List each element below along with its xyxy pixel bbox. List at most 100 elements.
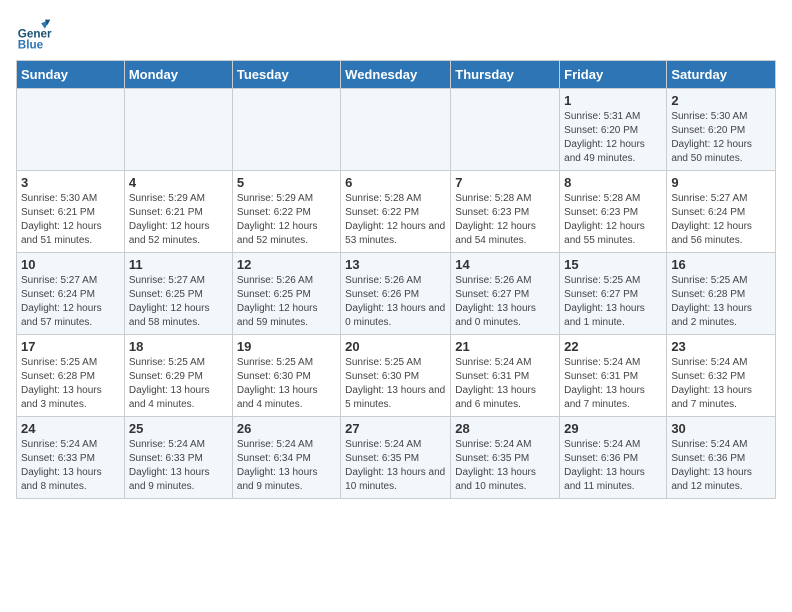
calendar-cell: 12 Sunrise: 5:26 AM Sunset: 6:25 PM Dayli… (232, 253, 340, 335)
calendar-cell: 29 Sunrise: 5:24 AM Sunset: 6:36 PM Dayli… (560, 417, 667, 499)
weekday-header: Wednesday (341, 61, 451, 89)
calendar-cell: 22 Sunrise: 5:24 AM Sunset: 6:31 PM Dayli… (560, 335, 667, 417)
day-number: 12 (237, 257, 336, 272)
day-number: 9 (671, 175, 771, 190)
day-number: 13 (345, 257, 446, 272)
day-info: Sunrise: 5:24 AM Sunset: 6:35 PM Dayligh… (455, 438, 555, 494)
calendar-cell: 27 Sunrise: 5:24 AM Sunset: 6:35 PM Dayli… (341, 417, 451, 499)
calendar-cell: 10 Sunrise: 5:27 AM Sunset: 6:24 PM Dayli… (17, 253, 125, 335)
day-info: Sunrise: 5:24 AM Sunset: 6:31 PM Dayligh… (455, 356, 555, 412)
svg-text:Blue: Blue (18, 38, 44, 51)
calendar-cell: 3 Sunrise: 5:30 AM Sunset: 6:21 PM Daylig… (17, 171, 125, 253)
calendar-cell: 25 Sunrise: 5:24 AM Sunset: 6:33 PM Dayli… (124, 417, 232, 499)
day-info: Sunrise: 5:28 AM Sunset: 6:23 PM Dayligh… (564, 192, 662, 248)
calendar-cell: 14Sunrise: 5:26 AM Sunset: 6:27 PM Dayli… (451, 253, 560, 335)
day-number: 10 (21, 257, 120, 272)
day-info: Sunrise: 5:25 AM Sunset: 6:30 PM Dayligh… (345, 356, 446, 412)
day-number: 15 (564, 257, 662, 272)
day-number: 2 (671, 93, 771, 108)
day-info: Sunrise: 5:31 AM Sunset: 6:20 PM Dayligh… (564, 110, 662, 166)
day-number: 5 (237, 175, 336, 190)
weekday-header: Sunday (17, 61, 125, 89)
calendar-cell (17, 89, 125, 171)
weekday-header: Thursday (451, 61, 560, 89)
day-info: Sunrise: 5:28 AM Sunset: 6:23 PM Dayligh… (455, 192, 555, 248)
day-info: Sunrise: 5:24 AM Sunset: 6:31 PM Dayligh… (564, 356, 662, 412)
calendar-cell: 8 Sunrise: 5:28 AM Sunset: 6:23 PM Daylig… (560, 171, 667, 253)
day-number: 8 (564, 175, 662, 190)
weekday-header: Monday (124, 61, 232, 89)
calendar-cell: 24 Sunrise: 5:24 AM Sunset: 6:33 PM Dayli… (17, 417, 125, 499)
calendar-cell: 30Sunrise: 5:24 AM Sunset: 6:36 PM Dayli… (667, 417, 776, 499)
day-info: Sunrise: 5:24 AM Sunset: 6:34 PM Dayligh… (237, 438, 336, 494)
day-info: Sunrise: 5:25 AM Sunset: 6:28 PM Dayligh… (671, 274, 771, 330)
day-number: 18 (129, 339, 228, 354)
calendar-week-row: 17 Sunrise: 5:25 AM Sunset: 6:28 PM Dayli… (17, 335, 776, 417)
weekday-header: Friday (560, 61, 667, 89)
calendar-cell: 15Sunrise: 5:25 AM Sunset: 6:27 PM Dayli… (560, 253, 667, 335)
day-info: Sunrise: 5:24 AM Sunset: 6:33 PM Dayligh… (21, 438, 120, 494)
day-number: 17 (21, 339, 120, 354)
calendar-cell: 19 Sunrise: 5:25 AM Sunset: 6:30 PM Dayli… (232, 335, 340, 417)
day-number: 7 (455, 175, 555, 190)
day-info: Sunrise: 5:26 AM Sunset: 6:25 PM Dayligh… (237, 274, 336, 330)
day-number: 30 (671, 421, 771, 436)
calendar-cell: 4 Sunrise: 5:29 AM Sunset: 6:21 PM Daylig… (124, 171, 232, 253)
day-number: 20 (345, 339, 446, 354)
day-number: 22 (564, 339, 662, 354)
calendar-cell: 2 Sunrise: 5:30 AM Sunset: 6:20 PM Daylig… (667, 89, 776, 171)
calendar-cell: 28 Sunrise: 5:24 AM Sunset: 6:35 PM Dayli… (451, 417, 560, 499)
calendar-table: SundayMondayTuesdayWednesdayThursdayFrid… (16, 60, 776, 499)
calendar-week-row: 24 Sunrise: 5:24 AM Sunset: 6:33 PM Dayli… (17, 417, 776, 499)
calendar-cell: 17 Sunrise: 5:25 AM Sunset: 6:28 PM Dayli… (17, 335, 125, 417)
day-number: 4 (129, 175, 228, 190)
calendar-cell: 7 Sunrise: 5:28 AM Sunset: 6:23 PM Daylig… (451, 171, 560, 253)
calendar-cell: 18Sunrise: 5:25 AM Sunset: 6:29 PM Dayli… (124, 335, 232, 417)
day-info: Sunrise: 5:26 AM Sunset: 6:26 PM Dayligh… (345, 274, 446, 330)
calendar-week-row: 3 Sunrise: 5:30 AM Sunset: 6:21 PM Daylig… (17, 171, 776, 253)
calendar-cell: 21 Sunrise: 5:24 AM Sunset: 6:31 PM Dayli… (451, 335, 560, 417)
day-number: 28 (455, 421, 555, 436)
day-number: 23 (671, 339, 771, 354)
logo-icon: General Blue (16, 16, 52, 52)
day-number: 24 (21, 421, 120, 436)
day-info: Sunrise: 5:27 AM Sunset: 6:25 PM Dayligh… (129, 274, 228, 330)
calendar-cell: 9Sunrise: 5:27 AM Sunset: 6:24 PM Daylig… (667, 171, 776, 253)
day-info: Sunrise: 5:27 AM Sunset: 6:24 PM Dayligh… (21, 274, 120, 330)
day-number: 29 (564, 421, 662, 436)
day-info: Sunrise: 5:28 AM Sunset: 6:22 PM Dayligh… (345, 192, 446, 248)
logo: General Blue (16, 16, 52, 52)
day-info: Sunrise: 5:29 AM Sunset: 6:21 PM Dayligh… (129, 192, 228, 248)
calendar-cell (232, 89, 340, 171)
day-info: Sunrise: 5:24 AM Sunset: 6:35 PM Dayligh… (345, 438, 446, 494)
header-row: SundayMondayTuesdayWednesdayThursdayFrid… (17, 61, 776, 89)
day-info: Sunrise: 5:25 AM Sunset: 6:28 PM Dayligh… (21, 356, 120, 412)
day-number: 26 (237, 421, 336, 436)
day-number: 25 (129, 421, 228, 436)
day-number: 21 (455, 339, 555, 354)
day-info: Sunrise: 5:24 AM Sunset: 6:36 PM Dayligh… (564, 438, 662, 494)
day-info: Sunrise: 5:24 AM Sunset: 6:33 PM Dayligh… (129, 438, 228, 494)
calendar-cell: 23Sunrise: 5:24 AM Sunset: 6:32 PM Dayli… (667, 335, 776, 417)
day-number: 3 (21, 175, 120, 190)
day-info: Sunrise: 5:29 AM Sunset: 6:22 PM Dayligh… (237, 192, 336, 248)
day-info: Sunrise: 5:30 AM Sunset: 6:21 PM Dayligh… (21, 192, 120, 248)
day-info: Sunrise: 5:30 AM Sunset: 6:20 PM Dayligh… (671, 110, 771, 166)
day-number: 6 (345, 175, 446, 190)
day-number: 27 (345, 421, 446, 436)
calendar-week-row: 10 Sunrise: 5:27 AM Sunset: 6:24 PM Dayli… (17, 253, 776, 335)
calendar-cell: 20 Sunrise: 5:25 AM Sunset: 6:30 PM Dayli… (341, 335, 451, 417)
calendar-cell (341, 89, 451, 171)
day-info: Sunrise: 5:25 AM Sunset: 6:30 PM Dayligh… (237, 356, 336, 412)
calendar-cell: 1 Sunrise: 5:31 AM Sunset: 6:20 PM Daylig… (560, 89, 667, 171)
day-info: Sunrise: 5:26 AM Sunset: 6:27 PM Dayligh… (455, 274, 555, 330)
calendar-week-row: 1 Sunrise: 5:31 AM Sunset: 6:20 PM Daylig… (17, 89, 776, 171)
calendar-cell: 6 Sunrise: 5:28 AM Sunset: 6:22 PM Daylig… (341, 171, 451, 253)
day-number: 19 (237, 339, 336, 354)
weekday-header: Tuesday (232, 61, 340, 89)
calendar-cell: 13 Sunrise: 5:26 AM Sunset: 6:26 PM Dayli… (341, 253, 451, 335)
calendar-cell (124, 89, 232, 171)
calendar-cell (451, 89, 560, 171)
day-number: 16 (671, 257, 771, 272)
day-number: 1 (564, 93, 662, 108)
